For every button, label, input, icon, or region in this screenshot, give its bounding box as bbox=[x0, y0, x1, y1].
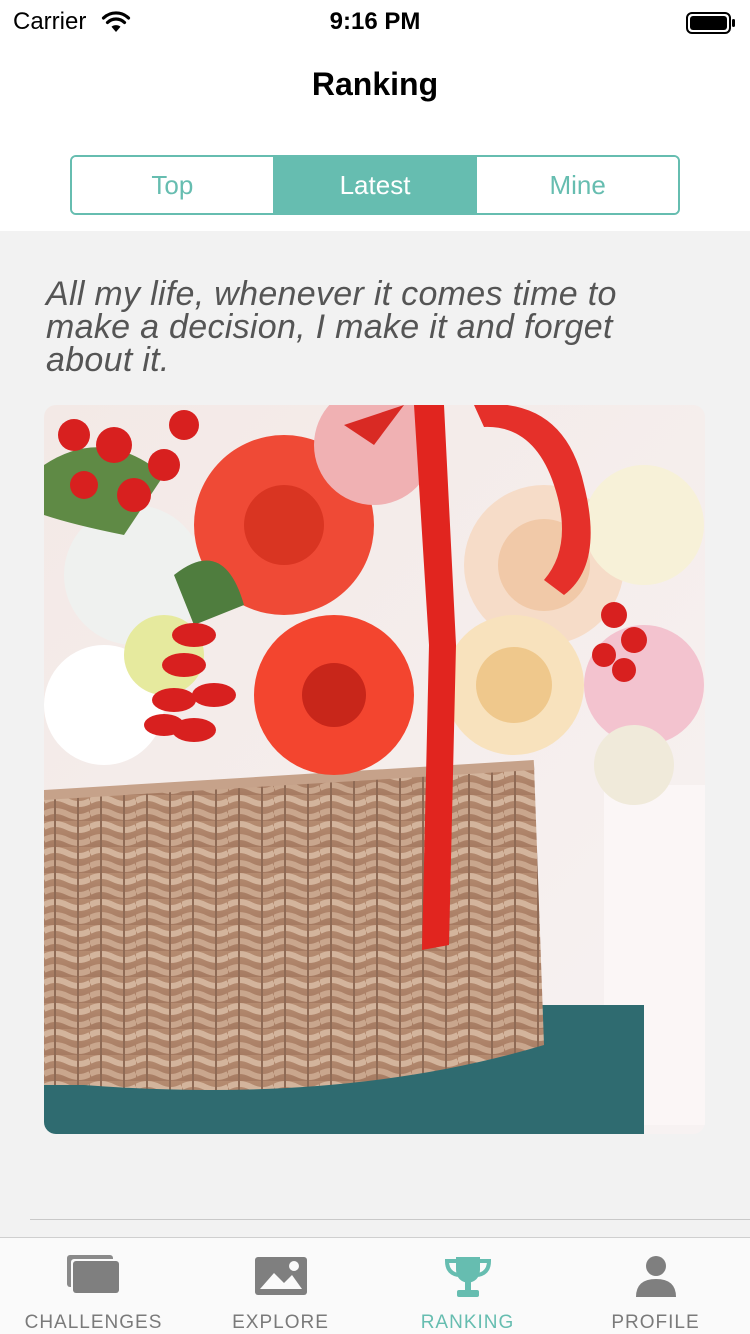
tab-explore[interactable]: EXPLORE bbox=[187, 1238, 374, 1334]
tab-profile[interactable]: PROFILE bbox=[561, 1238, 750, 1334]
segment-top[interactable]: Top bbox=[72, 157, 273, 213]
battery-icon bbox=[686, 12, 735, 34]
tab-challenges-label: CHALLENGES bbox=[24, 1312, 163, 1333]
flower-basket-photo bbox=[44, 405, 705, 1134]
tab-profile-label: PROFILE bbox=[611, 1312, 700, 1333]
segment-latest[interactable]: Latest bbox=[272, 157, 476, 213]
person-icon bbox=[635, 1256, 676, 1297]
trophy-icon bbox=[444, 1257, 491, 1297]
content-divider bbox=[30, 1219, 750, 1220]
picture-icon bbox=[254, 1257, 307, 1295]
tab-ranking[interactable]: RANKING bbox=[374, 1238, 561, 1334]
segment-mine[interactable]: Mine bbox=[475, 157, 678, 213]
ranking-screen: Carrier 9:16 PM Ranking Top Latest Mine … bbox=[0, 0, 750, 1334]
tab-challenges[interactable]: CHALLENGES bbox=[0, 1238, 187, 1334]
post-quote: All my life, whenever it comes time to m… bbox=[46, 275, 617, 379]
clock: 9:16 PM bbox=[329, 8, 421, 35]
status-bar: Carrier 9:16 PM bbox=[0, 0, 750, 44]
post-photo[interactable] bbox=[44, 405, 705, 1134]
page-title: Ranking bbox=[311, 66, 439, 102]
tab-bar: CHALLENGES EXPLORE RANKING PROFILE bbox=[0, 1237, 750, 1334]
ranking-segmented-control: Top Latest Mine bbox=[70, 155, 680, 215]
cards-stack-icon bbox=[66, 1255, 119, 1293]
tab-ranking-label: RANKING bbox=[420, 1312, 515, 1333]
tab-explore-label: EXPLORE bbox=[232, 1312, 329, 1333]
ranking-feed[interactable]: All my life, whenever it comes time to m… bbox=[0, 231, 750, 1237]
